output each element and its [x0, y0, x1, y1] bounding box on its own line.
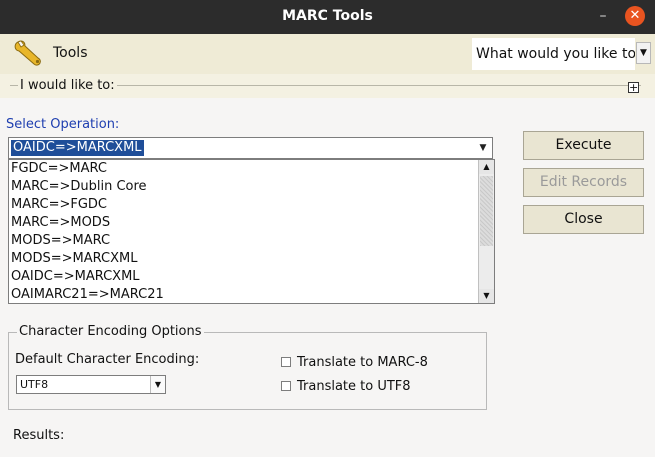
- list-item[interactable]: MARC=>MODS: [9, 214, 494, 232]
- minimize-icon[interactable]: –: [596, 6, 610, 26]
- tools-label[interactable]: Tools: [53, 45, 88, 61]
- translate-marc8-label[interactable]: Translate to MARC-8: [297, 355, 428, 370]
- task-strip: I would like to: +: [0, 74, 655, 98]
- operation-dropdown-list[interactable]: FGDC=>MARC MARC=>Dublin Core MARC=>FGDC …: [8, 159, 495, 304]
- scroll-thumb[interactable]: [480, 176, 493, 246]
- list-item[interactable]: OAIDC=>MARCXML: [9, 268, 494, 286]
- window-title: MARC Tools: [282, 8, 373, 24]
- execute-button[interactable]: Execute: [523, 131, 644, 160]
- translate-utf8-label[interactable]: Translate to UTF8: [297, 379, 411, 394]
- translate-marc8-option[interactable]: Translate to MARC-8: [281, 355, 428, 370]
- translate-utf8-option[interactable]: Translate to UTF8: [281, 379, 411, 394]
- close-window-icon[interactable]: ✕: [625, 6, 645, 26]
- list-item[interactable]: FGDC=>MARC: [9, 160, 494, 178]
- character-encoding-group: Character Encoding Options Default Chara…: [8, 324, 487, 410]
- close-button[interactable]: Close: [523, 205, 644, 234]
- dropdown-scrollbar[interactable]: ▲ ▼: [478, 160, 494, 303]
- what-would-you-like-select[interactable]: What would you like to: [472, 38, 635, 70]
- window-titlebar: MARC Tools – ✕: [0, 0, 655, 34]
- scroll-down-icon[interactable]: ▼: [479, 289, 494, 303]
- list-item[interactable]: MARC=>Dublin Core: [9, 178, 494, 196]
- select-operation-label: Select Operation:: [6, 117, 120, 132]
- translate-utf8-checkbox[interactable]: [281, 381, 291, 391]
- chevron-down-icon[interactable]: ▼: [636, 42, 651, 64]
- strip-label: I would like to:: [18, 78, 117, 93]
- default-encoding-select[interactable]: UTF8 ▼: [16, 375, 166, 394]
- wrench-icon[interactable]: [12, 38, 46, 70]
- list-item[interactable]: OAIMARC21=>MARC21: [9, 286, 494, 303]
- expand-icon[interactable]: +: [628, 82, 639, 93]
- operation-combobox[interactable]: OAIDC=>MARCXML ▼: [8, 137, 493, 159]
- encoding-group-legend: Character Encoding Options: [17, 324, 204, 339]
- operation-selected-value[interactable]: OAIDC=>MARCXML: [11, 140, 144, 156]
- list-item[interactable]: MARC=>FGDC: [9, 196, 494, 214]
- default-encoding-value: UTF8: [20, 378, 49, 391]
- list-item[interactable]: MODS=>MARCXML: [9, 250, 494, 268]
- chevron-down-icon[interactable]: ▼: [150, 376, 165, 393]
- results-label: Results:: [13, 428, 65, 443]
- default-encoding-label: Default Character Encoding:: [15, 352, 200, 367]
- scroll-up-icon[interactable]: ▲: [479, 160, 494, 174]
- toolbar: Tools What would you like to ▼: [0, 34, 655, 74]
- translate-marc8-checkbox[interactable]: [281, 357, 291, 367]
- chevron-down-icon[interactable]: ▼: [475, 139, 491, 157]
- list-item[interactable]: MODS=>MARC: [9, 232, 494, 250]
- edit-records-button[interactable]: Edit Records: [523, 168, 644, 197]
